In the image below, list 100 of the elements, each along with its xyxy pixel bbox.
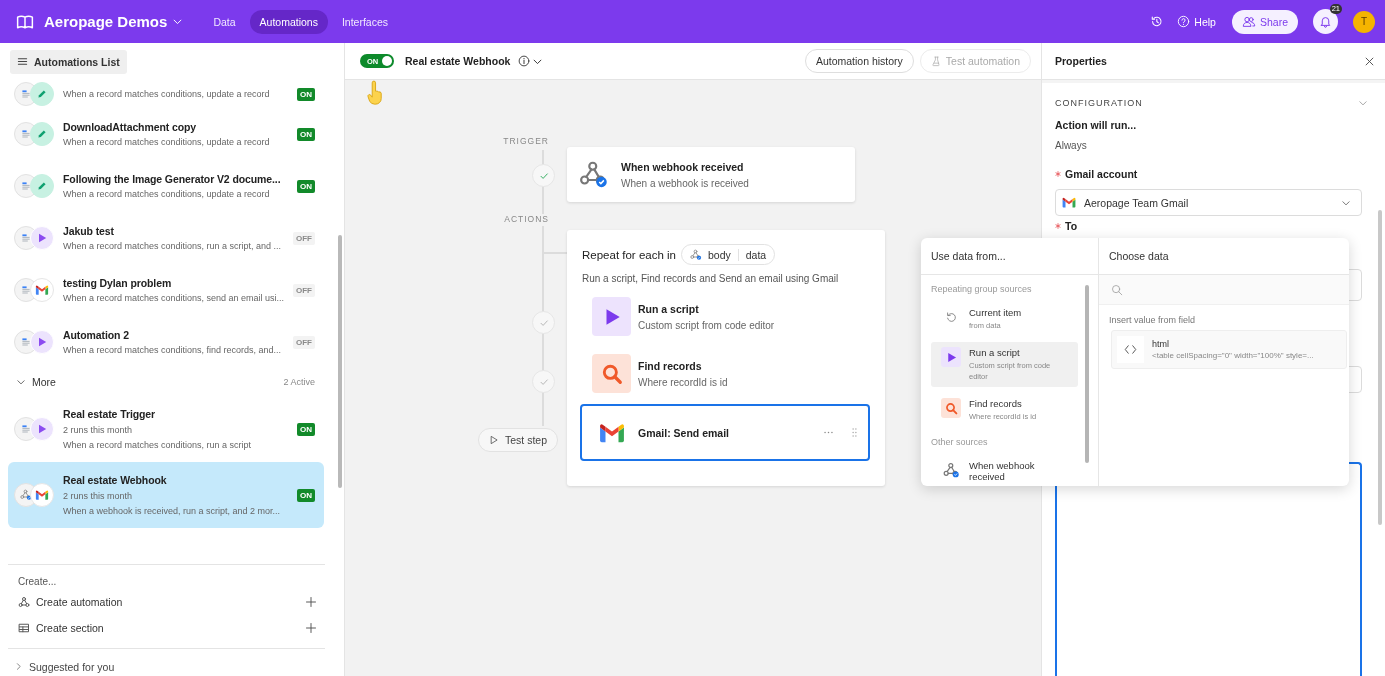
automation-item[interactable]: When a record matches conditions, update a record ON — [8, 80, 324, 108]
app-title[interactable]: Aeropage Demos — [44, 13, 168, 30]
automation-item[interactable]: Jakub test When a record matches conditions, run a script, and ... OFF — [8, 212, 324, 264]
field-label: Insert value from field — [1108, 314, 1197, 327]
nav-tab[interactable]: Interfaces — [331, 9, 399, 34]
history-icon[interactable] — [1150, 15, 1164, 28]
source-title: Run a script — [969, 347, 1021, 358]
data-field-option[interactable]: html <table cellSpacing="0" width="100%" style=... — [1111, 330, 1347, 369]
automation-item[interactable]: Following the Image Generator V2 docume... When a record matches conditions, update a record ON — [8, 160, 324, 212]
automation-name: testing Dylan problem — [63, 277, 173, 289]
gmail-icon — [598, 422, 625, 443]
action-step[interactable]: Gmail: Send email — [580, 404, 870, 461]
step-subtitle: When a webhook is received — [621, 177, 749, 189]
automation-description: When a record matches conditions, run a script, and ... — [63, 241, 283, 251]
play-icon — [30, 330, 54, 354]
automation-description: When a webhook is received, run a script, and 2 mor... — [63, 506, 282, 516]
close-icon[interactable] — [1364, 55, 1375, 67]
nav-tab[interactable]: Automations — [249, 9, 328, 34]
source-title: Find records — [969, 398, 1023, 409]
chevron-icon[interactable] — [14, 662, 23, 671]
automations-list-button[interactable]: Automations List — [10, 49, 127, 74]
step-title: Find records — [638, 359, 703, 372]
section-toggle[interactable]: More — [32, 376, 56, 388]
play-icon — [30, 226, 54, 250]
automation-item[interactable]: Real estate Trigger 2 runs this month When a record matches conditions, run a script ON — [8, 396, 324, 462]
search-icon — [944, 401, 958, 415]
notifications-button[interactable] — [1313, 9, 1338, 34]
webhook-icon — [942, 461, 960, 479]
gmail-icon — [30, 483, 54, 507]
test-step-button[interactable]: Test step — [478, 428, 559, 452]
automation-name: Following the Image Generator V2 docume... — [63, 173, 282, 185]
play-icon — [30, 417, 54, 441]
code-icon — [1117, 336, 1144, 363]
automation-item[interactable]: DownloadAttachment copy When a record matches conditions, update a record ON — [8, 108, 324, 160]
user-avatar[interactable]: T — [1353, 10, 1375, 33]
automation-description: When a record matches conditions, find records, and... — [63, 345, 283, 355]
help-button[interactable]: Help — [1177, 15, 1216, 28]
automation-item[interactable]: Real estate Webhook 2 runs this month When a webhook is received, run a script, and 2 mor... ON — [8, 462, 324, 528]
plus-icon[interactable] — [305, 596, 317, 608]
chevron-icon[interactable] — [16, 377, 26, 387]
status-badge: ON — [297, 87, 315, 101]
automation-description: When a record matches conditions, run a script — [63, 440, 253, 450]
panel-title: Properties — [1055, 55, 1107, 67]
scrollbar[interactable] — [1378, 210, 1382, 525]
repeat-summary: Run a script, Find records and Send an email using Gmail — [582, 273, 840, 284]
chevron-icon[interactable] — [1358, 98, 1368, 108]
automation-name: Real estate Trigger — [63, 408, 157, 420]
source-title: When webhook received — [969, 460, 1036, 482]
create-link[interactable]: Create section — [36, 622, 104, 634]
run-count: 2 runs this month — [63, 425, 134, 435]
drag-handle-icon[interactable] — [851, 427, 858, 438]
create-heading: Create... — [17, 575, 58, 589]
play-icon — [489, 435, 499, 445]
repeat-title: Repeat for each in — [582, 248, 676, 261]
webhook-icon — [690, 248, 702, 261]
scrollbar[interactable] — [338, 235, 342, 488]
people-icon — [1241, 15, 1256, 28]
automation-description: When a record matches conditions, update a record — [63, 189, 271, 199]
automation-name: Automation 2 — [63, 329, 130, 341]
automation-item[interactable]: Automation 2 When a record matches conditions, find records, and... OFF — [8, 316, 324, 368]
step-subtitle: Where recordId is id — [638, 376, 728, 388]
field-preview: <table cellSpacing="0" width="100%" style=... — [1152, 351, 1314, 360]
step-title: Gmail: Send email — [638, 426, 730, 439]
automation-name: DownloadAttachment copy — [63, 121, 198, 133]
status-badge: OFF — [293, 283, 315, 297]
active-count: 2 Active — [283, 377, 315, 387]
account-dropdown[interactable]: Aeropage Team Gmail — [1055, 189, 1362, 216]
step-title: When webhook received — [621, 160, 745, 173]
automation-name: Jakub test — [63, 225, 115, 237]
field-label: To — [1065, 219, 1078, 233]
plus-icon[interactable] — [305, 622, 317, 634]
step-subtitle: Custom script from code editor — [638, 319, 775, 331]
group-heading: Repeating group sources — [931, 283, 1033, 296]
source-item[interactable]: When webhook received — [931, 455, 1078, 486]
run-count: 2 runs this month — [63, 491, 134, 501]
info-icon[interactable] — [518, 55, 531, 67]
action-step[interactable]: Run a script Custom script from code editor — [580, 294, 870, 339]
create-link[interactable]: Create automation — [36, 596, 123, 608]
scrollbar[interactable] — [1085, 285, 1089, 463]
book-icon[interactable] — [16, 12, 34, 31]
automation-history-button[interactable]: Automation history — [804, 49, 914, 73]
field-name: html — [1152, 339, 1170, 349]
automation-item[interactable]: testing Dylan problem When a record matches conditions, send an email usi... OFF — [8, 264, 324, 316]
section-toggle[interactable]: Suggested for you — [29, 660, 115, 673]
search-field[interactable] — [1099, 275, 1349, 305]
status-badge: ON — [297, 179, 315, 193]
search-icon — [600, 362, 623, 385]
action-step[interactable]: Find records Where recordId is id — [580, 351, 870, 396]
share-button[interactable]: Share — [1231, 9, 1298, 34]
gmail-icon — [30, 278, 54, 302]
trigger-card[interactable]: When webhook received When a webhook is received — [567, 147, 855, 202]
field-label: Action will run... — [1055, 118, 1138, 133]
automation-description: When a record matches conditions, update a record — [63, 89, 271, 99]
status-badge: OFF — [293, 335, 315, 349]
table-icon — [18, 622, 30, 634]
search-icon — [1111, 283, 1123, 296]
help-icon — [1177, 15, 1191, 28]
group-heading: Other sources — [931, 436, 989, 449]
nav-tab[interactable]: Data — [203, 9, 246, 34]
status-badge: ON — [297, 422, 315, 436]
